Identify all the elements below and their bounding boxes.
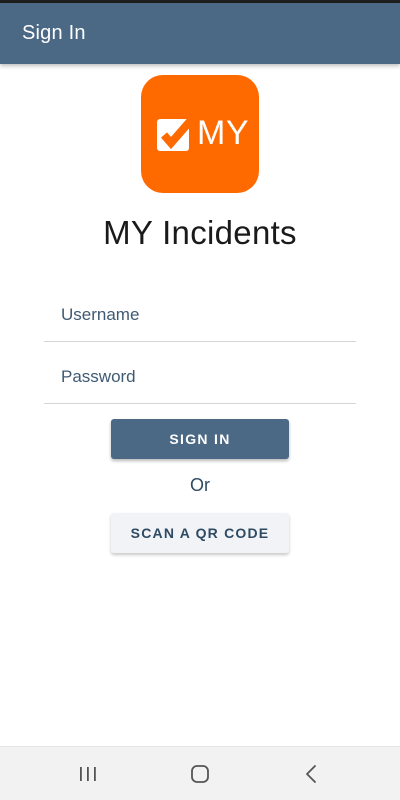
recents-icon — [80, 767, 96, 781]
username-input[interactable] — [44, 288, 356, 341]
page-title: Sign In — [22, 22, 86, 44]
username-field[interactable] — [44, 288, 356, 342]
sign-in-button[interactable]: SIGN IN — [111, 419, 289, 459]
checkbox-icon — [157, 116, 195, 151]
or-separator-text: Or — [190, 475, 210, 495]
home-button[interactable] — [160, 747, 240, 800]
app-name-heading: MY Incidents — [103, 214, 297, 251]
back-button[interactable] — [272, 747, 352, 800]
password-field[interactable] — [44, 350, 356, 404]
app-logo: MY — [141, 75, 259, 193]
home-icon — [191, 765, 209, 783]
app-bar: Sign In — [0, 3, 400, 64]
password-input[interactable] — [44, 350, 356, 403]
recents-button[interactable] — [48, 747, 128, 800]
scan-qr-code-button[interactable]: SCAN A QR CODE — [111, 513, 289, 553]
system-navigation-bar — [0, 746, 400, 800]
back-icon — [306, 765, 316, 783]
logo-text: MY — [197, 114, 249, 152]
sign-in-screen: Sign In MY MY Incidents SIGN IN Or SCAN … — [0, 0, 400, 800]
